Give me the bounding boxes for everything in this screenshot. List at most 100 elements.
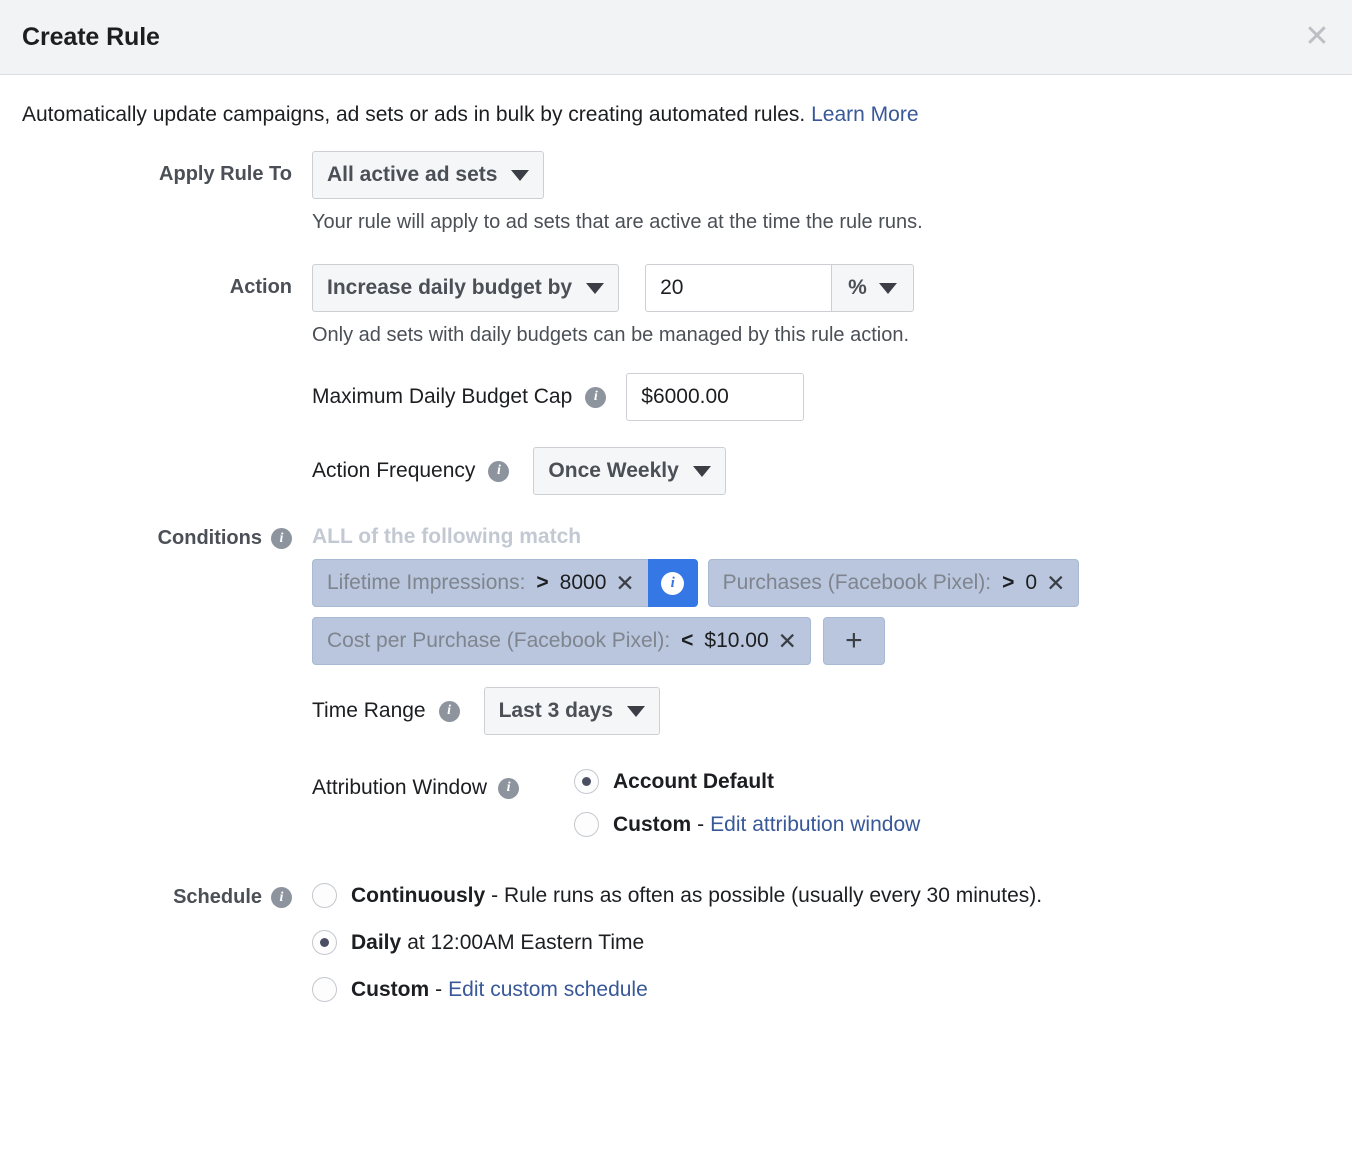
condition-value: 8000 [559,571,607,595]
apply-rule-to-label: Apply Rule To [22,151,312,186]
schedule-option-label: Continuously [351,883,486,907]
conditions-label: Conditions i [22,525,312,550]
apply-rule-to-content: All active ad sets Your rule will apply … [312,151,1330,234]
schedule-option-detail: at 12:00AM Eastern Time [407,930,645,954]
condition-pill[interactable]: Lifetime Impressions: > 8000 ✕ [312,559,648,608]
close-icon[interactable]: ✕ [615,571,634,595]
condition-pill[interactable]: Purchases (Facebook Pixel): > 0 ✕ [707,559,1080,608]
conditions-match-heading: ALL of the following match [312,525,582,549]
schedule-label-text: Schedule [173,886,262,909]
action-amount-input[interactable] [645,264,832,313]
chevron-down-icon [511,169,530,181]
add-condition-button[interactable]: + [822,617,885,666]
info-icon[interactable]: i [271,528,292,550]
apply-rule-to-row: Apply Rule To All active ad sets Your ru… [22,151,1330,234]
action-frequency-field: Action Frequency i Once Weekly [312,447,1330,496]
budget-cap-label: Maximum Daily Budget Cap [312,385,573,409]
conditions-pill-list: Lifetime Impressions: > 8000 ✕ i Purchas… [312,559,1330,666]
schedule-content: Continuously - Rule runs as often as pos… [312,883,1330,1003]
schedule-option-continuously[interactable]: Continuously - Rule runs as often as pos… [312,883,1330,909]
attribution-option-separator: - [697,812,705,836]
condition-metric: Cost per Purchase (Facebook Pixel): [327,629,671,653]
schedule-row: Schedule i Continuously - Rule runs as o… [22,883,1330,1003]
schedule-label: Schedule i [22,883,312,909]
chevron-down-icon [586,282,605,294]
budget-cap-input[interactable] [626,373,805,422]
info-icon[interactable]: i [585,386,607,408]
action-frequency-select[interactable]: Once Weekly [533,447,726,496]
action-unit-value: % [848,276,867,300]
radio-button[interactable] [312,977,337,1003]
apply-rule-to-select[interactable]: All active ad sets [312,151,545,200]
info-icon[interactable]: i [498,777,520,799]
radio-button[interactable] [574,769,599,795]
attribution-window-options: Account Default Custom - Edit attributio… [574,769,920,838]
action-unit-select[interactable]: % [831,264,914,313]
condition-operator: > [536,571,549,595]
action-type-select[interactable]: Increase daily budget by [312,264,620,313]
attribution-option-custom[interactable]: Custom - Edit attribution window [574,812,920,838]
chevron-down-icon [627,705,646,717]
schedule-option-daily[interactable]: Daily at 12:00AM Eastern Time [312,930,1330,956]
condition-metric: Purchases (Facebook Pixel): [722,571,992,595]
time-range-value: Last 3 days [498,699,614,723]
time-range-label: Time Range [312,699,426,723]
attribution-option-label: Custom [613,812,692,836]
close-icon[interactable]: ✕ [778,629,797,653]
condition-operator: > [1002,571,1015,595]
schedule-option-separator: - [435,977,443,1001]
apply-rule-to-help: Your rule will apply to ad sets that are… [312,211,923,234]
condition-metric: Lifetime Impressions: [327,571,526,595]
dialog-header: Create Rule ✕ [0,0,1352,75]
edit-attribution-window-link[interactable]: Edit attribution window [710,813,920,837]
attribution-option-account-default[interactable]: Account Default [574,769,920,795]
condition-value: 0 [1025,571,1038,595]
chevron-down-icon [692,465,711,477]
action-help: Only ad sets with daily budgets can be m… [312,324,910,347]
conditions-content: ALL of the following match Lifetime Impr… [312,525,1330,838]
close-icon[interactable]: ✕ [1300,20,1334,54]
info-icon[interactable]: i [271,887,292,909]
intro-text: Automatically update campaigns, ad sets … [22,101,1330,129]
schedule-option-detail: - Rule runs as often as possible (usuall… [491,883,1043,907]
action-frequency-label: Action Frequency [312,459,476,483]
schedule-option-label: Custom [351,977,430,1001]
page-title: Create Rule [22,22,160,51]
radio-button[interactable] [312,930,337,956]
attribution-window-label: Attribution Window [312,776,488,800]
budget-cap-field: Maximum Daily Budget Cap i [312,373,1330,422]
time-range-field: Time Range i Last 3 days [312,687,1330,736]
dialog-body: Automatically update campaigns, ad sets … [0,75,1352,1003]
action-amount-combo: % [645,264,914,313]
action-label-text: Action [229,276,292,299]
schedule-option-label: Daily [351,930,402,954]
condition-pill[interactable]: Cost per Purchase (Facebook Pixel): < $1… [312,617,811,666]
conditions-label-text: Conditions [157,527,262,550]
action-row: Action Increase daily budget by % Only a… [22,264,1330,496]
conditions-line-1: Lifetime Impressions: > 8000 ✕ i Purchas… [312,559,1330,608]
time-range-select[interactable]: Last 3 days [483,687,661,736]
attribution-window-field: Attribution Window i Account Default Cus… [312,769,1330,838]
conditions-row: Conditions i ALL of the following match … [22,525,1330,838]
conditions-line-2: Cost per Purchase (Facebook Pixel): < $1… [312,617,1330,666]
apply-rule-to-label-text: Apply Rule To [159,163,292,186]
chevron-down-icon [878,282,897,294]
info-icon[interactable]: i [438,700,460,722]
intro-sentence: Automatically update campaigns, ad sets … [22,103,806,126]
action-content: Increase daily budget by % Only ad sets … [312,264,1330,496]
attribution-option-label: Account Default [613,769,775,793]
close-icon[interactable]: ✕ [1046,571,1065,595]
learn-more-link[interactable]: Learn More [811,103,918,126]
condition-operator: < [681,629,694,653]
radio-button[interactable] [574,812,599,838]
action-label: Action [22,264,312,299]
radio-button[interactable] [312,883,337,909]
info-icon[interactable]: i [488,460,510,482]
action-type-value: Increase daily budget by [327,276,573,300]
schedule-option-custom[interactable]: Custom - Edit custom schedule [312,977,1330,1003]
apply-rule-to-value: All active ad sets [327,163,498,187]
info-icon: i [661,571,685,595]
edit-custom-schedule-link[interactable]: Edit custom schedule [448,978,648,1002]
condition-info-button[interactable]: i [647,559,698,608]
condition-value: $10.00 [704,629,769,653]
